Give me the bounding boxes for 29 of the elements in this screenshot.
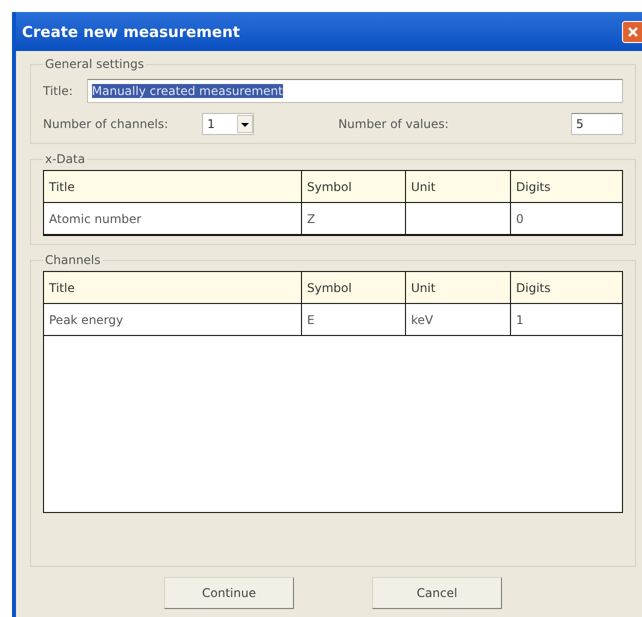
close-icon [627,26,639,38]
group-label: Channels [44,253,102,267]
channels-dropdown[interactable]: 1 [202,113,254,135]
table-cell[interactable]: 0 [511,203,622,234]
window-title: Create new measurement [21,22,240,40]
column-header: Unit [406,272,511,303]
column-header: Digits [515,178,552,196]
table-cell[interactable]: keV [406,304,511,335]
field-label: Title: [43,84,73,98]
table-cell[interactable]: Atomic number [44,203,302,234]
title-field[interactable]: Manually created measurement [86,79,623,103]
values-field[interactable]: 5 [571,113,623,135]
field-label: Number of channels: [43,117,168,131]
column-header: Digits [515,280,552,296]
dialog-button[interactable]: Cancel [372,577,502,609]
column-header: Unit [406,171,511,202]
column-header: Symbol [302,171,406,202]
column-header: Title [44,272,302,303]
field-label: Number of values: [338,117,449,131]
table-cell[interactable]: Z [302,203,406,234]
table-cell[interactable]: E [302,304,406,335]
column-header: Title [44,171,302,202]
group-label: x-Data [44,152,86,166]
close-button[interactable] [622,20,642,42]
group-label: General settings [44,57,145,71]
table-cell[interactable]: Peak energy [44,304,302,335]
dialog-button[interactable]: Continue [164,577,294,609]
table-cell[interactable]: 1 [511,304,622,335]
column-header: Symbol [302,272,406,303]
